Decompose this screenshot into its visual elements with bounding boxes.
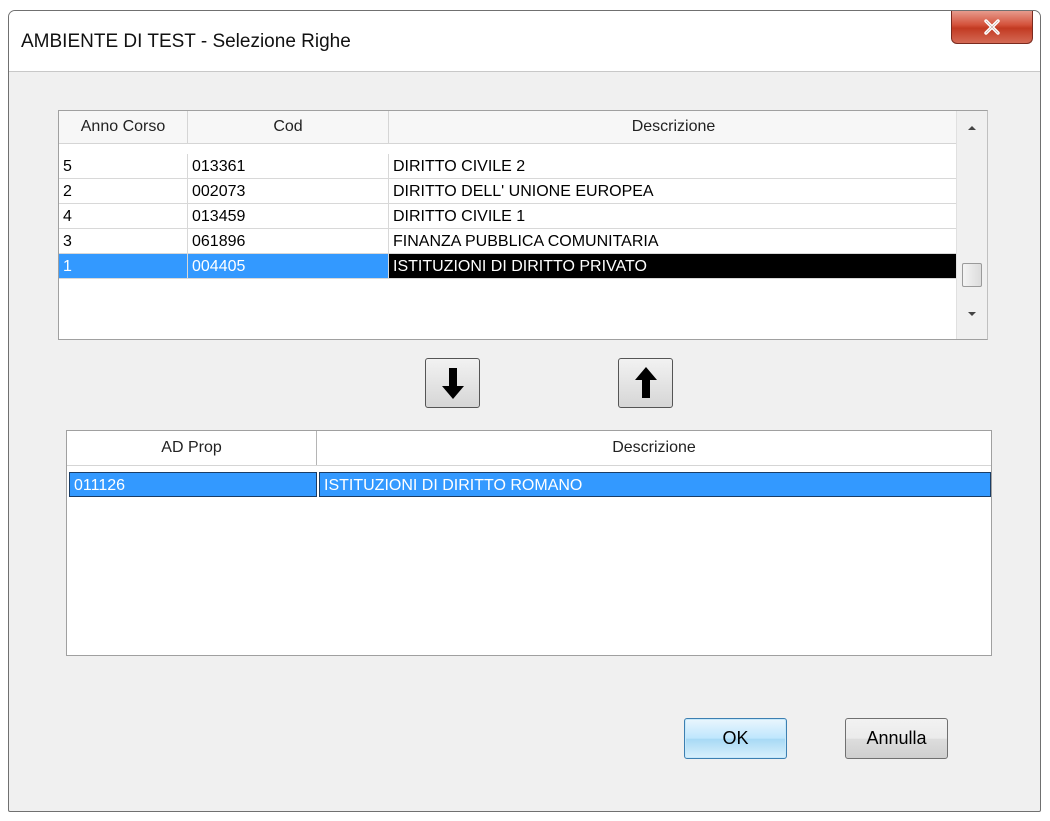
scroll-down-button[interactable]: [957, 301, 987, 327]
scroll-up-icon: [968, 126, 976, 130]
cell-cod: 004405: [188, 254, 389, 279]
dialog-window: AMBIENTE DI TEST - Selezione Righe X Ann…: [8, 10, 1041, 812]
column-header-anno-corso[interactable]: Anno Corso: [59, 111, 188, 143]
column-header-descrizione[interactable]: Descrizione: [389, 111, 958, 143]
cell-ad-prop: 011126: [69, 472, 317, 497]
source-table[interactable]: Anno Corso Cod Descrizione 5 013361 DIRI…: [58, 110, 988, 340]
scroll-down-icon: [968, 312, 976, 316]
target-table-header: AD Prop Descrizione: [67, 431, 991, 466]
cancel-button[interactable]: Annulla: [845, 718, 948, 759]
table-row-selected[interactable]: 011126 ISTITUZIONI DI DIRITTO ROMANO: [69, 472, 991, 497]
scroll-up-button[interactable]: [957, 115, 987, 141]
table-row[interactable]: 2 002073 DIRITTO DELL' UNIONE EUROPEA: [59, 179, 958, 204]
table-row[interactable]: 4 013459 DIRITTO CIVILE 1: [59, 204, 958, 229]
cell-anno-corso: 5: [59, 154, 188, 179]
cell-descrizione: DIRITTO CIVILE 2: [389, 154, 958, 179]
close-button[interactable]: X: [951, 11, 1033, 44]
column-header-descrizione[interactable]: Descrizione: [317, 431, 991, 465]
move-up-button[interactable]: [618, 358, 673, 408]
table-row[interactable]: 5 013361 DIRITTO CIVILE 2: [59, 154, 958, 179]
close-icon: [984, 18, 1000, 35]
table-row[interactable]: 3 061896 FINANZA PUBBLICA COMUNITARIA: [59, 229, 958, 254]
cell-cod: 061896: [188, 229, 389, 254]
target-table[interactable]: AD Prop Descrizione 011126 ISTITUZIONI D…: [66, 430, 992, 656]
arrow-up-icon: [634, 367, 657, 398]
cell-descrizione: FINANZA PUBBLICA COMUNITARIA: [389, 229, 958, 254]
cell-anno-corso: 1: [59, 254, 188, 279]
move-down-button[interactable]: [425, 358, 480, 408]
cell-cod: 013361: [188, 154, 389, 179]
column-header-cod[interactable]: Cod: [188, 111, 389, 143]
cell-cod: 013459: [188, 204, 389, 229]
source-table-scrollbar[interactable]: [956, 111, 987, 339]
cell-anno-corso: 3: [59, 229, 188, 254]
cell-descrizione: ISTITUZIONI DI DIRITTO PRIVATO: [389, 254, 958, 279]
arrow-down-icon: [441, 368, 464, 399]
cell-anno-corso: 4: [59, 204, 188, 229]
cell-descrizione: DIRITTO CIVILE 1: [389, 204, 958, 229]
cell-cod: 002073: [188, 179, 389, 204]
table-row-selected[interactable]: 1 004405 ISTITUZIONI DI DIRITTO PRIVATO: [59, 254, 958, 279]
ok-button[interactable]: OK: [684, 718, 787, 759]
cell-descrizione: ISTITUZIONI DI DIRITTO ROMANO: [319, 472, 991, 497]
title-bar[interactable]: AMBIENTE DI TEST - Selezione Righe X: [9, 11, 1040, 72]
window-title: AMBIENTE DI TEST - Selezione Righe: [21, 31, 351, 52]
column-header-ad-prop[interactable]: AD Prop: [67, 431, 317, 465]
cell-descrizione: DIRITTO DELL' UNIONE EUROPEA: [389, 179, 958, 204]
cell-anno-corso: 2: [59, 179, 188, 204]
scrollbar-thumb[interactable]: [962, 263, 982, 287]
source-table-header: Anno Corso Cod Descrizione: [59, 111, 987, 144]
